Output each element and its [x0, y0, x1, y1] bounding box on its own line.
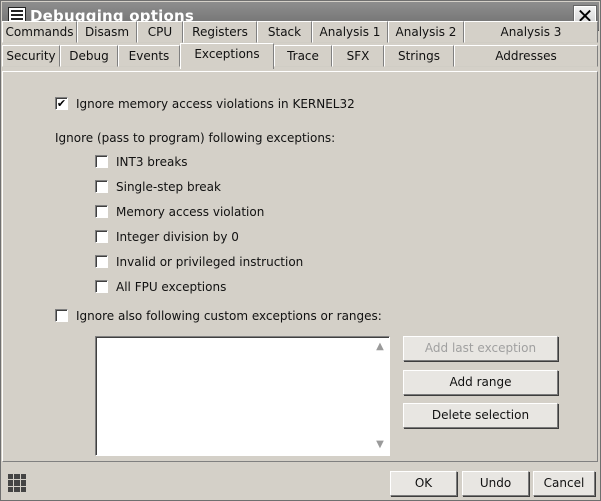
undo-button[interactable]: Undo — [462, 471, 529, 496]
custom-exceptions-checkbox[interactable] — [55, 309, 68, 322]
tab-security[interactable]: Security — [2, 45, 60, 67]
tab-addresses[interactable]: Addresses — [454, 45, 598, 67]
custom-exceptions-list[interactable]: ▲ ▼ — [95, 336, 390, 456]
tab-row-1: Commands Disasm CPU Registers Stack Anal… — [2, 21, 599, 45]
add-last-exception-button[interactable]: Add last exception — [403, 336, 558, 361]
tab-commands[interactable]: Commands — [2, 21, 77, 43]
cancel-button[interactable]: Cancel — [533, 471, 595, 496]
invalid-instruction-checkbox[interactable] — [95, 255, 108, 268]
tab-stack[interactable]: Stack — [257, 21, 312, 43]
scroll-up-icon[interactable]: ▲ — [373, 340, 387, 354]
pass-exceptions-heading: Ignore (pass to program) following excep… — [55, 131, 336, 145]
tab-cpu[interactable]: CPU — [137, 21, 183, 43]
tab-analysis-2[interactable]: Analysis 2 — [388, 21, 464, 43]
tab-registers[interactable]: Registers — [183, 21, 257, 43]
ignore-kernel32-checkbox[interactable]: ✔ — [55, 97, 68, 110]
tab-debug[interactable]: Debug — [60, 45, 118, 67]
integer-division-checkbox[interactable] — [95, 230, 108, 243]
int3-breaks-label: INT3 breaks — [116, 155, 188, 169]
ok-button[interactable]: OK — [390, 471, 457, 496]
footer-bar: OK Undo Cancel — [2, 467, 599, 500]
int3-breaks-checkbox[interactable] — [95, 155, 108, 168]
tab-analysis-1[interactable]: Analysis 1 — [312, 21, 388, 43]
grid-icon[interactable] — [8, 474, 26, 492]
ignore-kernel32-label: Ignore memory access violations in KERNE… — [76, 97, 355, 111]
memory-access-violation-label: Memory access violation — [116, 205, 265, 219]
debugging-options-window: Debugging options ✕ Commands Disasm CPU … — [0, 0, 601, 501]
tab-sfx[interactable]: SFX — [332, 45, 384, 67]
tab-events[interactable]: Events — [118, 45, 180, 67]
delete-selection-button[interactable]: Delete selection — [403, 403, 558, 428]
invalid-instruction-label: Invalid or privileged instruction — [116, 255, 304, 269]
exceptions-panel: ✔ Ignore memory access violations in KER… — [2, 71, 598, 462]
single-step-break-label: Single-step break — [116, 180, 221, 194]
single-step-break-checkbox[interactable] — [95, 180, 108, 193]
custom-exceptions-label: Ignore also following custom exceptions … — [76, 309, 382, 323]
all-fpu-exceptions-checkbox[interactable] — [95, 280, 108, 293]
tab-analysis-3[interactable]: Analysis 3 — [464, 21, 598, 43]
tab-strings[interactable]: Strings — [384, 45, 454, 67]
all-fpu-exceptions-label: All FPU exceptions — [116, 280, 227, 294]
integer-division-label: Integer division by 0 — [116, 230, 239, 244]
memory-access-violation-checkbox[interactable] — [95, 205, 108, 218]
tab-exceptions[interactable]: Exceptions — [180, 43, 274, 69]
tab-trace[interactable]: Trace — [274, 45, 332, 67]
add-range-button[interactable]: Add range — [403, 370, 558, 395]
tab-disasm[interactable]: Disasm — [77, 21, 137, 43]
tab-row-2: Security Debug Events Exceptions Trace S… — [2, 43, 599, 69]
scroll-down-icon[interactable]: ▼ — [373, 438, 387, 452]
